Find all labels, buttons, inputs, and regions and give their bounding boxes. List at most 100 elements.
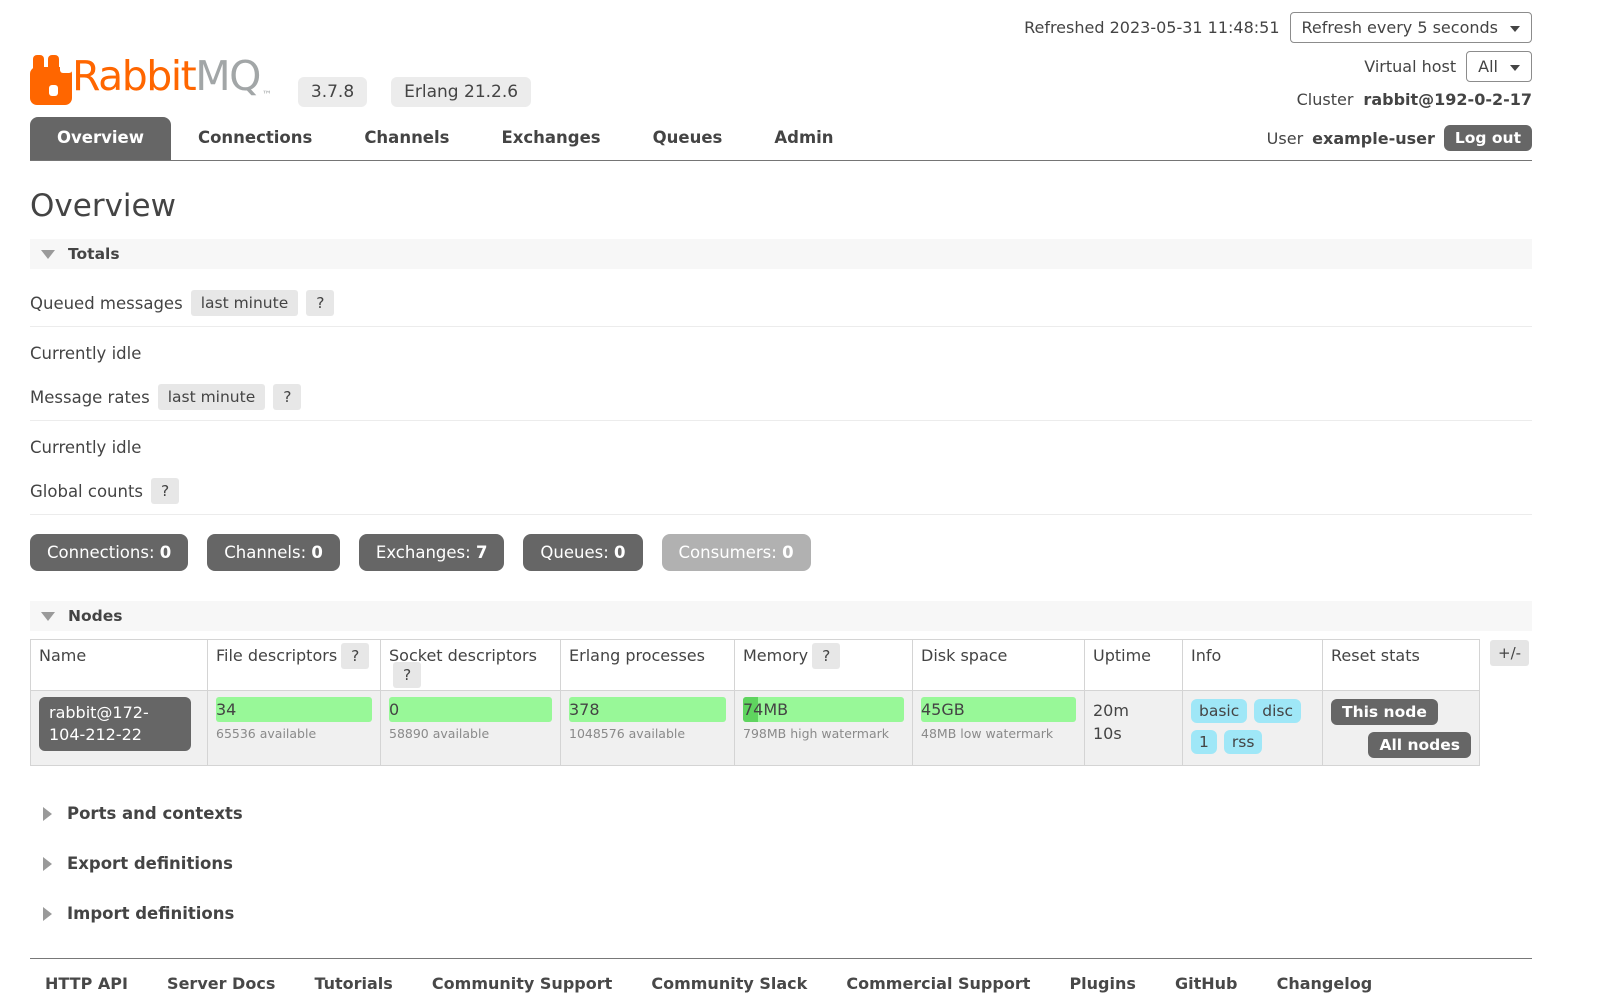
- info-tag-disc: disc: [1254, 699, 1301, 723]
- logo-area: RabbitMQ ™ 3.7.8 Erlang 21.2.6: [30, 12, 531, 109]
- tab-exchanges[interactable]: Exchanges: [501, 117, 600, 160]
- help-icon[interactable]: ?: [341, 643, 369, 669]
- col-disk-space: Disk space: [913, 640, 1085, 691]
- vhost-label: Virtual host: [1364, 57, 1456, 76]
- rates-idle-status: Currently idle: [30, 438, 1532, 457]
- ports-and-contexts-section[interactable]: Ports and contexts: [30, 804, 1532, 823]
- tab-bar: Overview Connections Channels Exchanges …: [30, 117, 1532, 161]
- footer-link-community-slack[interactable]: Community Slack: [651, 974, 807, 993]
- nodes-table-area: Name File descriptors? Socket descriptor…: [30, 639, 1532, 766]
- footer-link-changelog[interactable]: Changelog: [1277, 974, 1373, 993]
- rabbitmq-logo[interactable]: RabbitMQ ™: [30, 51, 272, 109]
- collapse-arrow-icon: [41, 250, 55, 259]
- help-icon[interactable]: ?: [273, 384, 301, 410]
- help-icon[interactable]: ?: [151, 478, 179, 504]
- node-row: rabbit@172-104-212-22 34 65536 available…: [31, 691, 1480, 766]
- tab-admin[interactable]: Admin: [774, 117, 833, 160]
- version-badge: 3.7.8: [298, 77, 367, 107]
- node-name-cell: rabbit@172-104-212-22: [31, 691, 208, 766]
- queued-mode-badge[interactable]: last minute: [191, 290, 299, 316]
- rates-mode-badge[interactable]: last minute: [158, 384, 266, 410]
- channels-count-badge: Channels: 0: [207, 534, 340, 571]
- footer-link-commercial-support[interactable]: Commercial Support: [846, 974, 1030, 993]
- consumers-count-badge: Consumers: 0: [662, 534, 811, 571]
- expand-arrow-icon: [43, 907, 52, 921]
- file-descriptors-available: 65536 available: [216, 726, 372, 741]
- logout-button[interactable]: Log out: [1444, 125, 1532, 151]
- global-counts-badges: Connections: 0 Channels: 0 Exchanges: 7 …: [30, 534, 1532, 571]
- tab-queues[interactable]: Queues: [653, 117, 723, 160]
- refreshed-label: Refreshed 2023-05-31 11:48:51: [1024, 18, 1279, 37]
- footer-link-plugins[interactable]: Plugins: [1069, 974, 1135, 993]
- footer-link-http-api[interactable]: HTTP API: [45, 974, 128, 993]
- disk-space-bar: 45GB: [921, 697, 1076, 722]
- import-definitions-label: Import definitions: [67, 904, 234, 923]
- version-badges: 3.7.8 Erlang 21.2.6: [298, 77, 531, 107]
- queued-messages-label: Queued messages: [30, 294, 183, 313]
- export-definitions-section[interactable]: Export definitions: [30, 854, 1532, 873]
- import-definitions-section[interactable]: Import definitions: [30, 904, 1532, 923]
- info-tag-1: 1: [1191, 730, 1217, 754]
- tab-overview[interactable]: Overview: [30, 117, 171, 160]
- top-right-controls: Refreshed 2023-05-31 11:48:51 Refresh ev…: [1024, 12, 1532, 109]
- nodes-section-header[interactable]: Nodes: [30, 601, 1532, 631]
- cluster-row: Cluster rabbit@192-0-2-17: [1297, 90, 1532, 109]
- tab-connections[interactable]: Connections: [198, 117, 312, 160]
- col-socket-descriptors: Socket descriptors ?: [381, 640, 561, 691]
- column-selector-button[interactable]: +/-: [1490, 640, 1529, 666]
- col-memory: Memory?: [735, 640, 913, 691]
- reset-stats-cell: This node All nodes: [1323, 691, 1480, 766]
- disk-space-cell: 45GB 48MB low watermark: [913, 691, 1085, 766]
- uptime-value: 20m 10s: [1093, 697, 1147, 745]
- erlang-processes-available: 1048576 available: [569, 726, 726, 741]
- uptime-cell: 20m 10s: [1085, 691, 1183, 766]
- nav-tabs: Overview Connections Channels Exchanges …: [30, 117, 886, 160]
- help-icon[interactable]: ?: [812, 643, 840, 669]
- queued-messages-row: Queued messages last minute ?: [30, 290, 1532, 327]
- vhost-row: Virtual host All: [1364, 51, 1532, 82]
- refresh-interval-select[interactable]: Refresh every 5 seconds: [1290, 12, 1532, 43]
- trademark-symbol: ™: [262, 90, 272, 101]
- cluster-label: Cluster: [1297, 90, 1354, 109]
- info-cell: basicdisc1rss: [1183, 691, 1323, 766]
- footer-link-server-docs[interactable]: Server Docs: [167, 974, 275, 993]
- reset-all-nodes-button[interactable]: All nodes: [1368, 732, 1471, 758]
- exchanges-count-badge: Exchanges: 7: [359, 534, 505, 571]
- footer-link-github[interactable]: GitHub: [1175, 974, 1238, 993]
- page-title: Overview: [30, 188, 1532, 224]
- help-icon[interactable]: ?: [306, 290, 334, 316]
- user-label: User: [1267, 129, 1303, 148]
- info-tag-rss: rss: [1224, 730, 1263, 754]
- col-erlang-processes: Erlang processes: [561, 640, 735, 691]
- reset-this-node-button[interactable]: This node: [1331, 699, 1438, 725]
- socket-descriptors-bar: 0: [389, 697, 552, 722]
- global-counts-row: Global counts ?: [30, 478, 1532, 515]
- socket-descriptors-cell: 0 58890 available: [381, 691, 561, 766]
- totals-heading: Totals: [68, 245, 120, 263]
- queued-idle-status: Currently idle: [30, 344, 1532, 363]
- expand-arrow-icon: [43, 807, 52, 821]
- file-descriptors-bar: 34: [216, 697, 372, 722]
- col-reset-stats: Reset stats: [1323, 640, 1480, 691]
- footer-link-community-support[interactable]: Community Support: [432, 974, 612, 993]
- chevron-down-icon: [1510, 26, 1520, 32]
- vhost-select[interactable]: All: [1466, 51, 1532, 82]
- user-area: User example-user Log out: [1267, 125, 1532, 160]
- page: RabbitMQ ™ 3.7.8 Erlang 21.2.6 Refreshed…: [30, 0, 1532, 993]
- expand-arrow-icon: [43, 857, 52, 871]
- node-name-link[interactable]: rabbit@172-104-212-22: [39, 697, 191, 751]
- chevron-down-icon: [1510, 65, 1520, 71]
- memory-cell: 74MB 798MB high watermark: [735, 691, 913, 766]
- tab-channels[interactable]: Channels: [364, 117, 449, 160]
- col-name: Name: [31, 640, 208, 691]
- nodes-table: Name File descriptors? Socket descriptor…: [30, 639, 1480, 766]
- help-icon[interactable]: ?: [393, 662, 421, 688]
- memory-bar: 74MB: [743, 697, 904, 722]
- totals-section-header[interactable]: Totals: [30, 239, 1532, 269]
- disk-space-watermark: 48MB low watermark: [921, 726, 1076, 741]
- socket-descriptors-available: 58890 available: [389, 726, 552, 741]
- brand-wordmark: RabbitMQ: [72, 51, 260, 101]
- memory-watermark: 798MB high watermark: [743, 726, 904, 741]
- global-counts-label: Global counts: [30, 482, 143, 501]
- footer-link-tutorials[interactable]: Tutorials: [314, 974, 392, 993]
